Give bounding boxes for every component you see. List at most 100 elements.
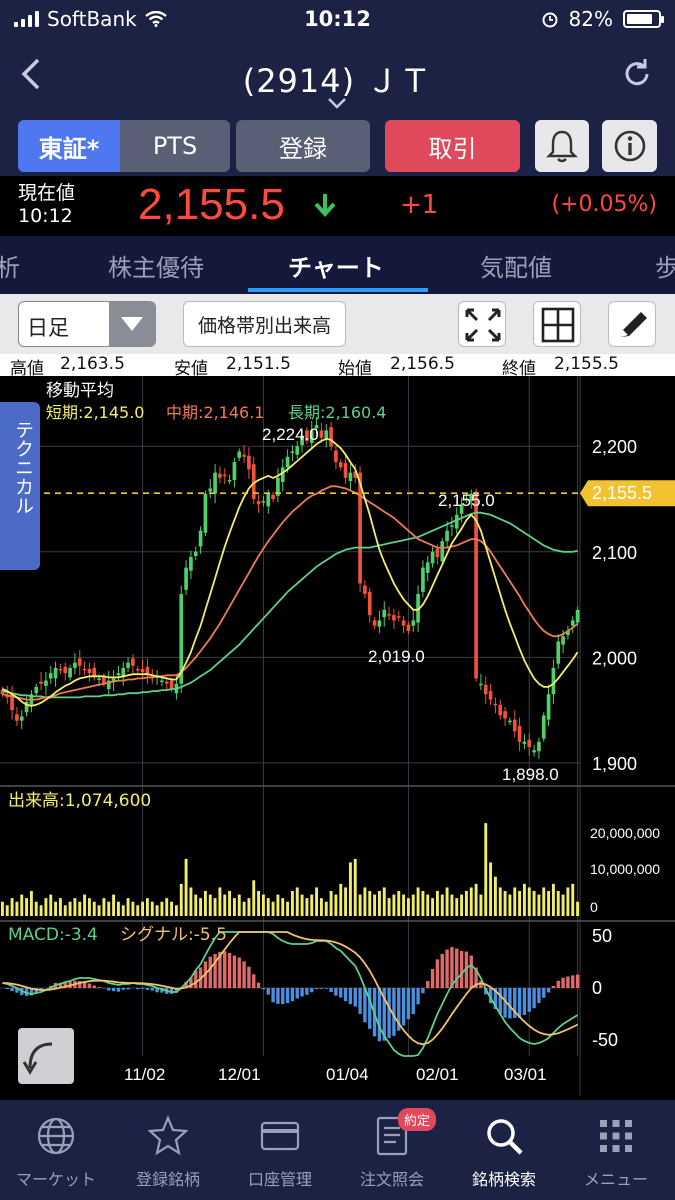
candle-body (39, 681, 43, 684)
volume-bar (387, 898, 391, 916)
macd-histogram-bar (290, 988, 295, 1002)
volume-bar (73, 898, 77, 916)
candle-body (63, 666, 68, 674)
macd-histogram-bar (111, 988, 116, 992)
candle-body (440, 541, 445, 562)
price-tick-label: 2,200 (592, 437, 637, 457)
nav-watchlist[interactable]: 登録銘柄 (112, 1114, 224, 1190)
macd-histogram-bar (276, 988, 280, 1004)
info-icon (614, 130, 645, 162)
volume-bar (334, 894, 338, 916)
candle-body (483, 684, 488, 695)
tab-analysis[interactable]: 析 (0, 248, 20, 283)
candle-body (280, 467, 285, 483)
volume-bar (513, 887, 517, 916)
fullscreen-button[interactable] (458, 301, 506, 347)
nav-account[interactable]: 口座管理 (224, 1114, 336, 1190)
candle-body (396, 616, 401, 618)
volume-bar (382, 887, 386, 916)
volume-bar (121, 905, 125, 916)
macd-histogram-bar (305, 988, 309, 995)
grid-layout-icon (541, 307, 575, 343)
macd-histogram-bar (566, 976, 570, 988)
volume-bar (170, 901, 174, 916)
macd-histogram-bar (406, 988, 411, 1020)
alert-button[interactable] (535, 120, 589, 172)
volume-bar (508, 894, 512, 916)
volume-bar (131, 901, 135, 916)
tab-chart[interactable]: チャート (288, 248, 384, 283)
candle-body (92, 667, 97, 677)
nav-orders-label: 注文照会 (359, 1170, 424, 1189)
action-bar: 東証* PTS 登録 取引 (0, 116, 675, 176)
volume-bar (25, 898, 29, 916)
nav-market[interactable]: マーケット (0, 1114, 112, 1190)
ma-legend-2: 長期:2,160.4 (288, 403, 386, 422)
volume-bar (203, 891, 207, 916)
arrow-down-icon (314, 194, 336, 217)
volume-bar (315, 887, 319, 916)
candle-body (421, 567, 425, 592)
period-value: 日足 (27, 316, 69, 340)
candle-body (15, 714, 19, 721)
volume-bar (305, 898, 309, 916)
market-tse-button[interactable]: 東証* (18, 120, 120, 172)
volume-bar (92, 901, 96, 916)
info-button[interactable] (602, 120, 657, 172)
candle-body (48, 673, 53, 679)
volume-bar (237, 894, 241, 916)
grid-icon (600, 1120, 632, 1152)
status-right: 82% (541, 7, 664, 31)
candle-body (237, 451, 242, 458)
candle-body (256, 501, 261, 505)
chevron-down-icon[interactable] (326, 96, 348, 110)
price-chart[interactable]: 2,200 2,100 2,000 1,900 2,155.5 移動平均短期:2,145.… (0, 376, 675, 1100)
macd-histogram-bar (416, 988, 420, 1005)
macd-tick-label: 50 (592, 926, 612, 946)
volume-bar (223, 894, 227, 916)
quote-bar: 現在値 10:12 2,155.5 +1 (+0.05%) (0, 176, 675, 236)
register-button[interactable]: 登録 (236, 120, 370, 172)
nav-menu[interactable]: メニュー (560, 1114, 672, 1190)
volume-bar (179, 883, 183, 916)
candle-body (338, 462, 343, 468)
candle-body (189, 557, 193, 571)
executed-badge: 約定 (398, 1108, 437, 1131)
technical-tab[interactable]: テクニカル (0, 402, 40, 570)
macd-histogram-bar (556, 980, 560, 988)
volume-bar (87, 898, 91, 916)
macd-histogram-bar (324, 988, 328, 989)
low-value: 2,151.5 (226, 354, 291, 374)
tab-shareholder-benefits[interactable]: 株主優待 (108, 248, 204, 283)
candle-body (522, 741, 527, 744)
battery-icon (623, 10, 664, 28)
macd-histogram-bar (242, 961, 246, 988)
tab-tick[interactable]: 歩 (655, 248, 675, 283)
card-icon (260, 1121, 300, 1151)
volume-profile-button[interactable]: 価格帯別出来高 (183, 301, 346, 347)
macd-histogram-bar (411, 988, 415, 1015)
macd-histogram-bar (542, 988, 546, 998)
current-price-label: 現在値 (18, 182, 76, 204)
macd-histogram-bar (498, 988, 502, 1014)
tab-order-book[interactable]: 気配値 (480, 248, 552, 283)
volume-bar (44, 898, 48, 916)
refresh-icon[interactable] (619, 56, 655, 92)
macd-histogram-bar (445, 949, 449, 988)
candle-body (218, 473, 222, 478)
candle-body (135, 668, 140, 671)
layout-button[interactable] (533, 301, 581, 347)
candle-body (575, 609, 580, 623)
macd-histogram-bar (430, 968, 435, 988)
volume-bar (247, 898, 251, 916)
volume-bar (319, 898, 323, 916)
period-select[interactable]: 日足 (18, 301, 156, 347)
price-annotation: 2,155.0 (438, 491, 495, 510)
candle-body (266, 493, 271, 507)
candle-body (53, 667, 58, 679)
trade-button[interactable]: 取引 (385, 120, 520, 172)
market-pts-button[interactable]: PTS (120, 120, 230, 172)
draw-button[interactable] (608, 301, 656, 347)
macd-histogram-bar (266, 988, 270, 995)
nav-search[interactable]: 銘柄検索 (448, 1114, 560, 1190)
